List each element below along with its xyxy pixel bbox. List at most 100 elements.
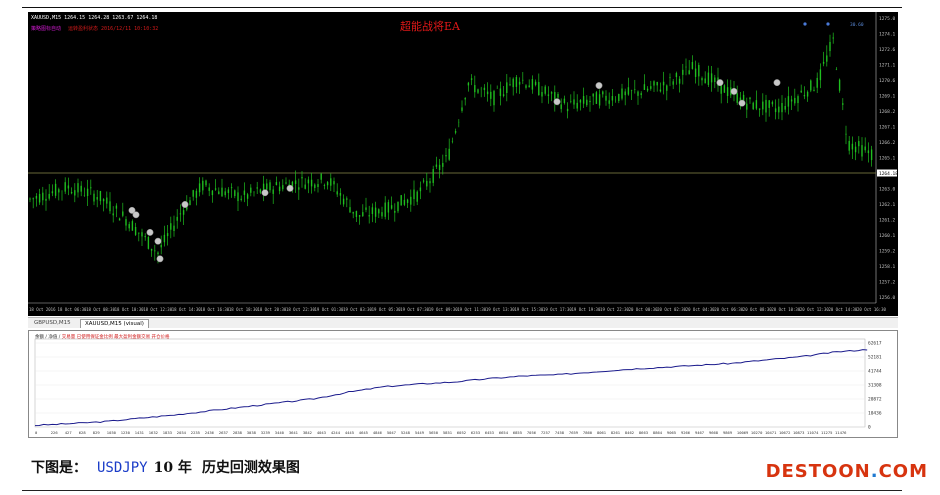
price-tick-label: 1259.2 (879, 249, 896, 255)
signal-dot-icon (826, 22, 830, 26)
legend-other: 交易量 已使用保证金比例 最大盈利金额交易 开仓价格 (61, 335, 170, 340)
time-tick-label: 20 Oct 00:30 (629, 307, 658, 312)
graph-x-label: 4043 (317, 430, 326, 435)
time-tick-label: 19 Oct 01:30 (315, 307, 344, 312)
price-tick-label: 1272.6 (879, 47, 896, 53)
price-tick-label: 1274.1 (879, 32, 896, 38)
price-tick-label: 1260.1 (879, 233, 896, 239)
time-tick-label: 20 Oct 06:30 (714, 307, 743, 312)
time-tick-label: 18 Oct 2016 (29, 307, 56, 312)
graph-x-label: 10672 (779, 430, 790, 435)
graph-x-label: 3038 (247, 430, 257, 435)
price-chart[interactable]: 1275.0 1274.1 1272.6 1271.1 1270.6 1269.1 1268… (28, 12, 898, 316)
destoon-logo: DESTOON.COM (766, 461, 928, 482)
tab-gbpusd-m15[interactable]: GBPUSD,M15 (30, 319, 75, 327)
graph-x-label: 6654 (499, 430, 509, 435)
trade-arrow-icon (132, 211, 140, 219)
graph-x-label: 7860 (583, 430, 593, 435)
time-tick-label: 19 Oct 11:30 (457, 307, 486, 312)
trade-arrow-icon (738, 99, 746, 107)
graph-x-label: 2838 (233, 430, 243, 435)
time-tick-label: 20 Oct 04:30 (686, 307, 715, 312)
logo-dot: . (870, 461, 879, 482)
graph-x-label: 8663 (639, 430, 648, 435)
graph-x-label: 4445 (345, 430, 354, 435)
graph-x-label: 6052 (457, 430, 466, 435)
balance-graph-canvas: 62617 52181 41744 31308 20872 10436 0 0 226 427 62… (34, 338, 882, 435)
graph-x-label: 11275 (821, 430, 832, 435)
price-tick-label: 1257.2 (879, 280, 896, 286)
trade-arrow-icon (595, 82, 603, 89)
time-tick-label: 20 Oct 16:30 (857, 307, 886, 312)
graph-x-label: 7659 (569, 430, 579, 435)
graph-x-label: 3239 (261, 430, 271, 435)
graph-x-label: 7257 (541, 430, 550, 435)
graph-x-label: 9065 (667, 430, 676, 435)
time-tick-label: 19 Oct 05:30 (372, 307, 401, 312)
graph-x-label: 4846 (373, 430, 383, 435)
graph-x-label: 10471 (765, 430, 777, 435)
chart-tab-bar: GBPUSD,M15 XAUUSD,M15 (visual) (28, 317, 898, 328)
graph-x-label: 10270 (751, 430, 763, 435)
time-tick-label: 20 Oct 10:30 (771, 307, 800, 312)
tab-xauusd-m15-visual[interactable]: XAUUSD,M15 (visual) (80, 319, 149, 328)
top-divider (22, 7, 902, 8)
time-tick-label: 20 Oct 12:30 (800, 307, 829, 312)
graph-x-label: 829 (93, 430, 101, 435)
graph-x-label: 3842 (303, 430, 312, 435)
graph-x-label: 3641 (289, 430, 299, 435)
ea-status-line: 策略图标自动 运转盈利状态 2016/12/11 10:10:32 (31, 25, 158, 32)
price-tick-label: 1256.0 (879, 295, 896, 301)
graph-x-label: 427 (65, 430, 72, 435)
price-tick-label: 1263.0 (879, 187, 896, 193)
graph-x-label: 10873 (793, 430, 804, 435)
caption-description: 历史回测效果图 (201, 460, 300, 476)
ea-status-detail: 运转盈利状态 2016/12/11 10:10:32 (68, 26, 159, 32)
symbol-quote-label: XAUUSD,M15 1264.15 1264.28 1263.67 1264.… (31, 15, 158, 21)
logo-main: DESTOON (765, 461, 871, 482)
time-tick-label: 18 Oct 08:30 (86, 307, 115, 312)
caption-symbol: USDJPY (97, 460, 148, 476)
price-tick-label: 1258.1 (879, 264, 896, 270)
graph-x-label: 11074 (807, 430, 819, 435)
graph-x-label: 2034 (177, 430, 187, 435)
graph-x-label: 6253 (471, 430, 480, 435)
graph-x-label: 8864 (653, 430, 663, 435)
time-tick-label: 18 Oct 20:30 (257, 307, 286, 312)
price-tick-label: 1270.6 (879, 78, 896, 84)
graph-y-label: 10436 (868, 411, 882, 417)
price-chart-canvas[interactable]: 1275.0 1274.1 1272.6 1271.1 1270.6 1269.1 1268… (28, 12, 898, 316)
graph-x-label: 1431 (135, 430, 145, 435)
time-tick-label: 19 Oct 07:30 (400, 307, 429, 312)
time-tick-label: 20 Oct 14:30 (828, 307, 857, 312)
graph-x-label: 4244 (331, 430, 341, 435)
ea-title: 超能战将EA (400, 20, 460, 33)
graph-x-label: 2637 (219, 430, 228, 435)
graph-x-label: 1632 (149, 430, 158, 435)
graph-x-label: 1230 (121, 430, 131, 435)
time-tick-label: 19 Oct 13:30 (486, 307, 515, 312)
time-tick-label: 18 Oct 12:30 (143, 307, 172, 312)
time-tick-label: 19 Oct 22:30 (600, 307, 629, 312)
trade-arrow-icon (146, 228, 154, 236)
graph-y-label: 62617 (868, 341, 882, 347)
time-tick-label: 19 Oct 15:30 (514, 307, 543, 312)
graph-x-label: 2235 (191, 430, 200, 435)
price-tick-label: 1266.2 (879, 140, 896, 146)
graph-x-label: 9266 (681, 430, 691, 435)
graph-x-label: 7458 (555, 430, 565, 435)
graph-y-label: 0 (868, 425, 871, 431)
time-tick-label: 20 Oct 02:30 (657, 307, 686, 312)
backtest-report-graph: 62617 52181 41744 31308 20872 10436 0 0 226 427 62… (28, 330, 898, 438)
time-tick-label: 19 Oct 09:30 (429, 307, 458, 312)
graph-x-label: 0 (35, 430, 38, 435)
graph-x-label: 5851 (443, 430, 453, 435)
signal-dot-icon (803, 22, 807, 26)
graph-x-label: 11476 (835, 430, 847, 435)
time-tick-label: 20 Oct 08:30 (743, 307, 772, 312)
price-tick-label: 1262.1 (879, 202, 896, 208)
top-right-label: 30.60 (850, 22, 864, 28)
graph-x-label: 5650 (429, 430, 439, 435)
graph-y-label: 41744 (868, 369, 882, 375)
time-tick-label: 18 Oct 14:30 (172, 307, 201, 312)
